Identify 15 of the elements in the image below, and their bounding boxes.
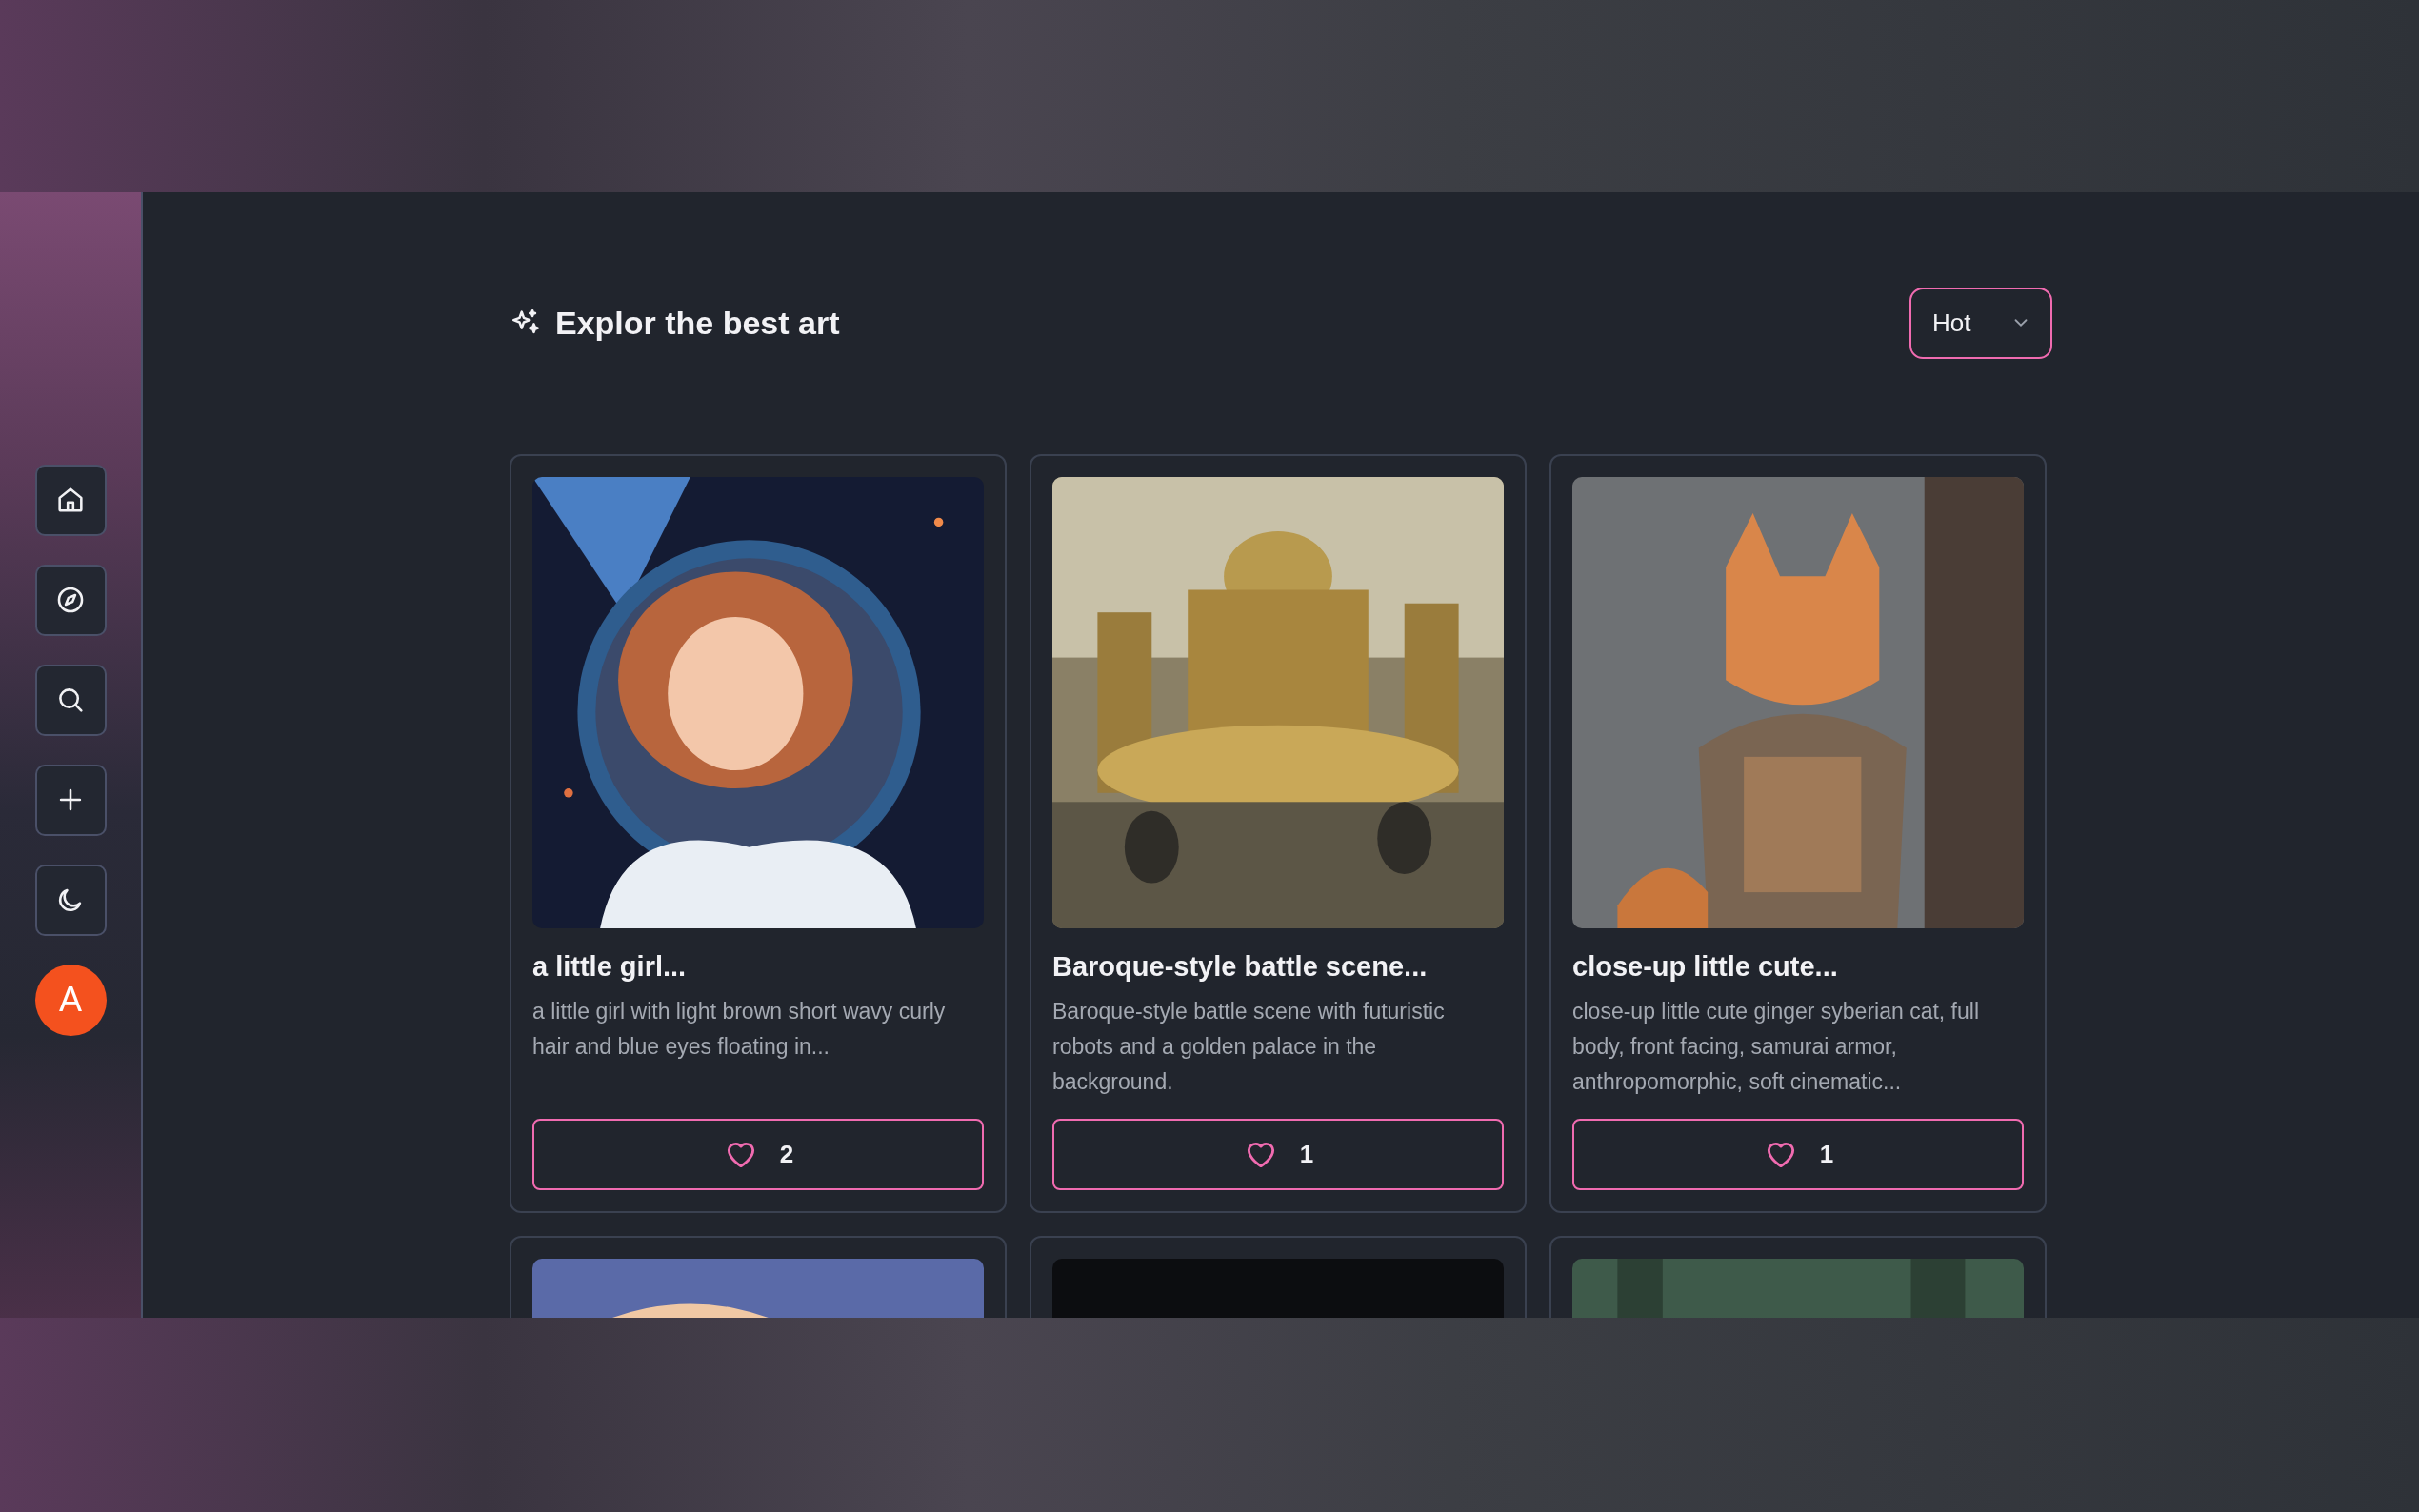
card-description: close-up little cute ginger syberian cat, full body, front facing, samurai armor, anthropomorphic, soft cinematic...	[1572, 997, 1980, 1096]
sort-dropdown[interactable]: Hot	[1909, 287, 2052, 359]
compass-button[interactable]	[34, 564, 107, 636]
like-button[interactable]: 2	[532, 1118, 984, 1190]
page-title: Explor the best art	[555, 304, 840, 342]
card-title: close-up little cute...	[1572, 950, 1839, 983]
card-description: a little girl with light brown short wavy curly hair and blue eyes floating in...	[532, 997, 947, 1061]
card-title: a little girl...	[532, 950, 688, 983]
like-button[interactable]: 1	[1572, 1118, 2024, 1190]
like-button[interactable]: 1	[1052, 1118, 1504, 1190]
card-description: Baroque-style battle scene with futuristic robots and a golden palace in the background.	[1052, 997, 1446, 1096]
search-button[interactable]	[34, 664, 107, 736]
card-title: Baroque-style battle scene...	[1052, 950, 1429, 983]
moon-button[interactable]	[34, 864, 107, 936]
home-button[interactable]	[34, 464, 107, 536]
